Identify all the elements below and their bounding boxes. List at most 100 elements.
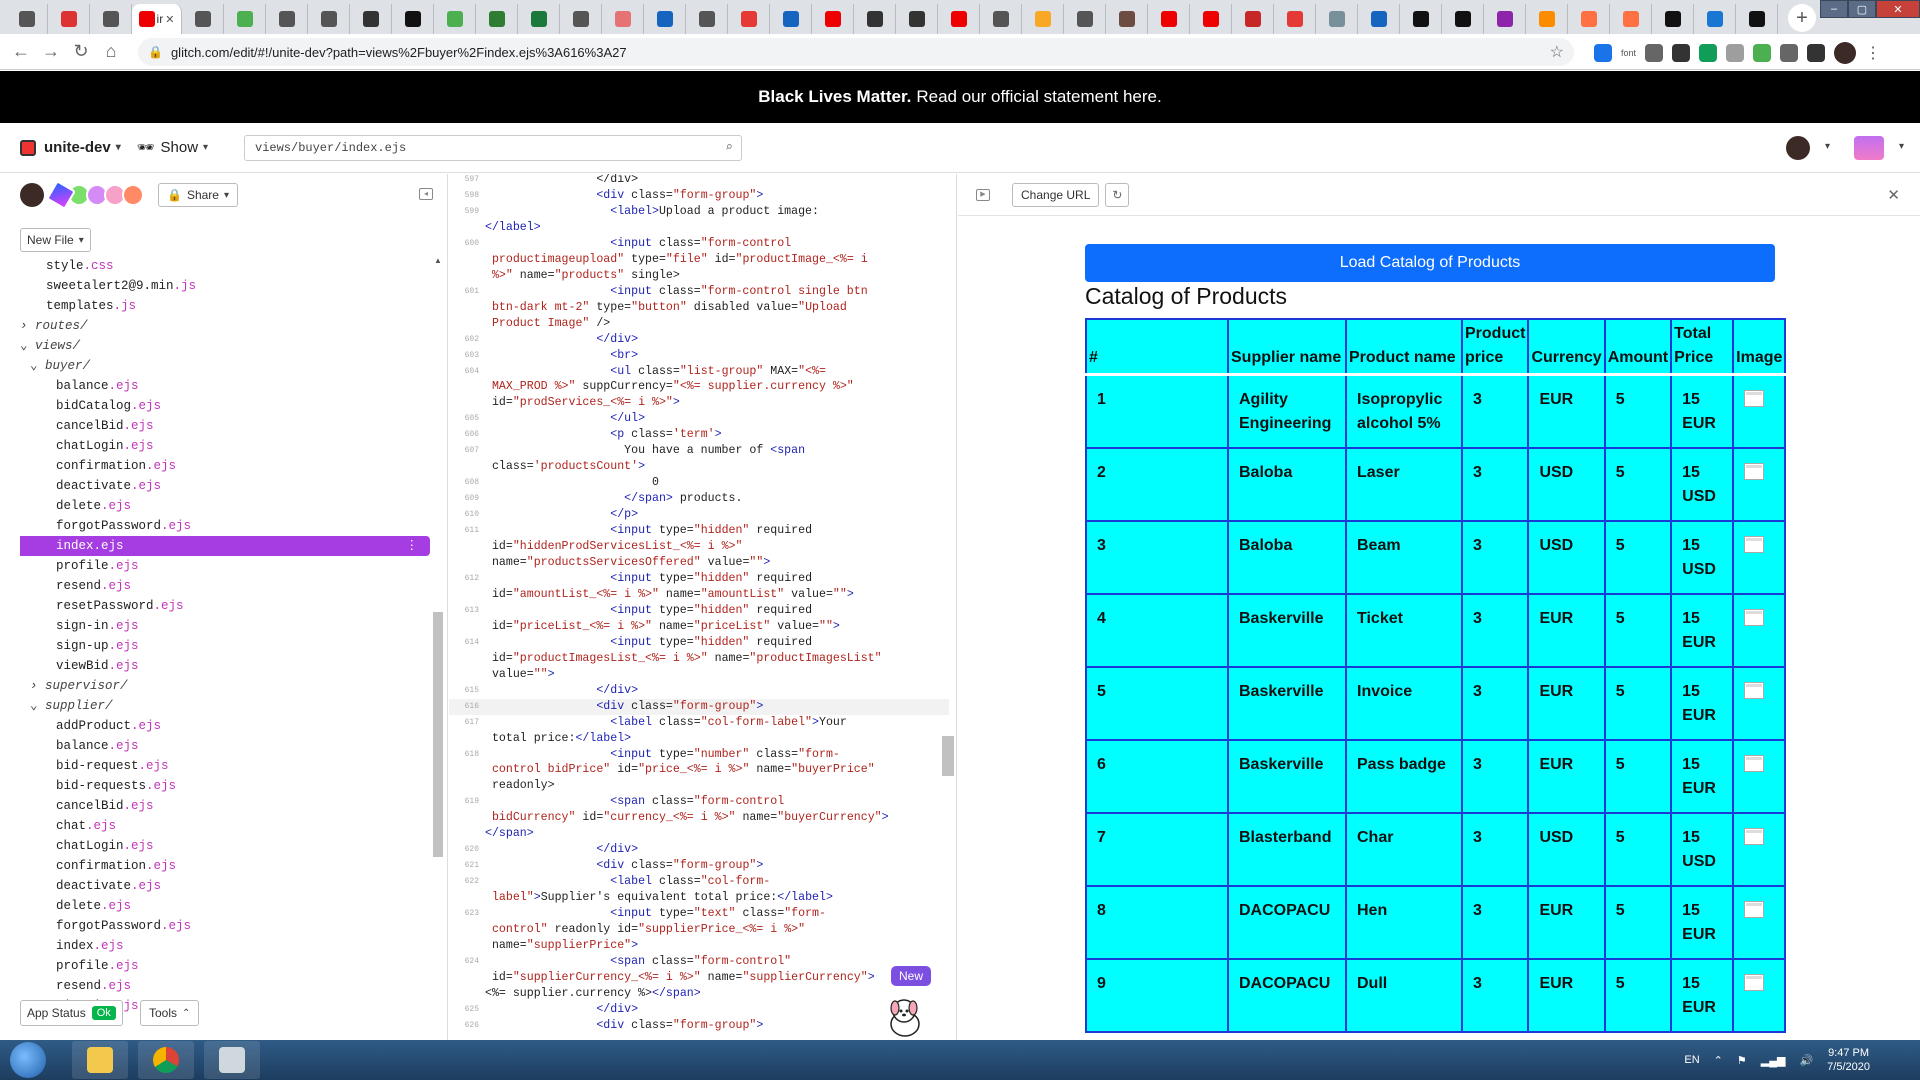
browser-tab[interactable] — [90, 4, 132, 34]
code-line[interactable]: 616 <div class="form-group"> — [449, 698, 949, 715]
file-item[interactable]: resend.ejs — [20, 576, 430, 596]
file-item[interactable]: cancelBid.ejs — [20, 416, 430, 436]
minimize-button[interactable]: – — [1820, 0, 1848, 18]
code-line[interactable]: 626 <div class="form-group"> — [449, 1018, 949, 1034]
file-options-icon[interactable]: ⋮ — [406, 536, 419, 556]
browser-tab[interactable] — [1652, 4, 1694, 34]
browser-tab[interactable] — [1610, 4, 1652, 34]
glitch-mascot-icon[interactable] — [882, 994, 928, 1040]
browser-tab[interactable] — [1064, 4, 1106, 34]
new-badge[interactable]: New — [891, 966, 932, 986]
browser-tab[interactable] — [854, 4, 896, 34]
tools-button[interactable]: Tools ⌃ — [140, 1000, 200, 1026]
broken-image-icon[interactable] — [1744, 608, 1765, 626]
browser-tab[interactable] — [1736, 4, 1778, 34]
file-item[interactable]: chatLogin.ejs — [20, 836, 430, 856]
browser-tab[interactable] — [1484, 4, 1526, 34]
browser-tab[interactable] — [476, 4, 518, 34]
broken-image-icon[interactable] — [1744, 900, 1765, 918]
file-item[interactable]: delete.ejs — [20, 496, 430, 516]
change-url-button[interactable]: Change URL — [1012, 182, 1100, 207]
code-line[interactable]: 613 <input type="hidden" required id="pr… — [449, 603, 949, 635]
file-item[interactable]: profile.ejs — [20, 556, 430, 576]
browser-tab[interactable] — [1400, 4, 1442, 34]
browser-tab[interactable] — [182, 4, 224, 34]
chevron-down-icon[interactable]: ▾ — [1825, 141, 1830, 152]
folder-item[interactable]: ⌄ views/ — [20, 336, 430, 356]
new-tab-button[interactable]: + — [1788, 4, 1816, 32]
file-item[interactable]: balance.ejs — [20, 376, 430, 396]
file-item[interactable]: sweetalert2@9.min.js — [20, 276, 430, 296]
play-icon[interactable]: ▶ — [976, 188, 990, 201]
chevron-down-icon[interactable]: ▾ — [1899, 141, 1904, 152]
collaborator-avatar[interactable] — [122, 184, 144, 206]
url-text[interactable]: glitch.com/edit/#!/unite-dev?path=views%… — [171, 45, 627, 60]
code-line[interactable]: 625 </div> — [449, 1002, 949, 1018]
broken-image-icon[interactable] — [1744, 681, 1765, 699]
refresh-icon[interactable]: ↻ — [1105, 182, 1130, 207]
extension-icon[interactable] — [1753, 44, 1772, 62]
code-line[interactable]: 621 <div class="form-group"> — [449, 858, 949, 874]
browser-tab[interactable] — [980, 4, 1022, 34]
close-icon[interactable]: ✕ — [1887, 186, 1900, 204]
folder-item[interactable]: › routes/ — [20, 316, 430, 336]
collapse-sidebar-icon[interactable]: ◂ — [419, 188, 433, 200]
browser-tab[interactable] — [1316, 4, 1358, 34]
browser-tab[interactable] — [6, 4, 48, 34]
file-item[interactable]: deactivate.ejs — [20, 476, 430, 496]
share-button[interactable]: 🔒 Share ▾ — [158, 183, 239, 207]
profile-avatar[interactable] — [1834, 42, 1857, 64]
browser-tab[interactable] — [770, 4, 812, 34]
broken-image-icon[interactable] — [1744, 535, 1765, 553]
project-avatar[interactable] — [1854, 136, 1884, 160]
code-line[interactable]: 615 </div> — [449, 683, 949, 699]
broken-image-icon[interactable] — [1744, 754, 1765, 772]
code-line[interactable]: 623 <input type="text" class="form- cont… — [449, 906, 949, 954]
code-line[interactable]: 602 </div> — [449, 332, 949, 348]
chevron-down-icon[interactable]: ⌄ — [20, 339, 35, 353]
banner-text[interactable]: Read our official statement here. — [916, 87, 1161, 107]
file-item[interactable]: profile.ejs — [20, 956, 430, 976]
network-icon[interactable]: ▂▄▆ — [1761, 1054, 1786, 1067]
extension-icon[interactable] — [1780, 44, 1799, 62]
broken-image-icon[interactable] — [1744, 462, 1765, 480]
file-item[interactable]: deactivate.ejs — [20, 876, 430, 896]
file-item[interactable]: forgotPassword.ejs — [20, 916, 430, 936]
browser-tab[interactable] — [350, 4, 392, 34]
code-line[interactable]: 597 </div> — [449, 174, 949, 188]
file-item[interactable]: style.css — [20, 256, 430, 276]
browser-tab[interactable] — [1190, 4, 1232, 34]
browser-tab[interactable] — [392, 4, 434, 34]
code-line[interactable]: 610 </p> — [449, 507, 949, 523]
sidebar-scrollbar[interactable]: ▲ — [432, 256, 444, 1016]
file-item[interactable]: resend.ejs — [20, 976, 430, 996]
taskbar-paint[interactable] — [204, 1041, 260, 1079]
extension-icon[interactable] — [1594, 44, 1612, 62]
browser-tab[interactable] — [1148, 4, 1190, 34]
editor-scrollbar[interactable] — [940, 174, 954, 1040]
browser-tab[interactable] — [1106, 4, 1148, 34]
announcement-banner[interactable]: Black Lives Matter. Read our official st… — [0, 71, 1920, 123]
code-line[interactable]: 600 <input class="form-control productim… — [449, 236, 949, 284]
browser-tab[interactable] — [48, 4, 90, 34]
app-status-button[interactable]: App Status Ok — [20, 1000, 123, 1026]
browser-tab[interactable] — [1568, 4, 1610, 34]
chevron-right-icon[interactable]: › — [20, 319, 35, 333]
code-line[interactable]: 617 <label class="col-form-label">Your t… — [449, 715, 949, 747]
taskbar-chrome[interactable] — [138, 1041, 194, 1079]
file-item[interactable]: confirmation.ejs — [20, 456, 430, 476]
code-line[interactable]: 618 <input type="number" class="form- co… — [449, 747, 949, 795]
broken-image-icon[interactable] — [1744, 827, 1765, 845]
folder-item[interactable]: › supervisor/ — [20, 676, 430, 696]
browser-tab[interactable] — [686, 4, 728, 34]
back-icon[interactable]: ← — [6, 41, 36, 62]
maximize-button[interactable]: ▢ — [1848, 0, 1876, 18]
browser-tab[interactable] — [1694, 4, 1736, 34]
file-item[interactable]: resetPassword.ejs — [20, 596, 430, 616]
code-line[interactable]: 607 You have a number of <span class='pr… — [449, 443, 949, 475]
extension-icon[interactable] — [1645, 44, 1664, 62]
file-item[interactable]: chat.ejs — [20, 816, 430, 836]
code-line[interactable]: 609 </span> products. — [449, 491, 949, 507]
code-editor[interactable]: 597 </div> 598 <div class="form-group"> 59… — [449, 174, 957, 1040]
home-icon[interactable]: ⌂ — [96, 41, 126, 62]
